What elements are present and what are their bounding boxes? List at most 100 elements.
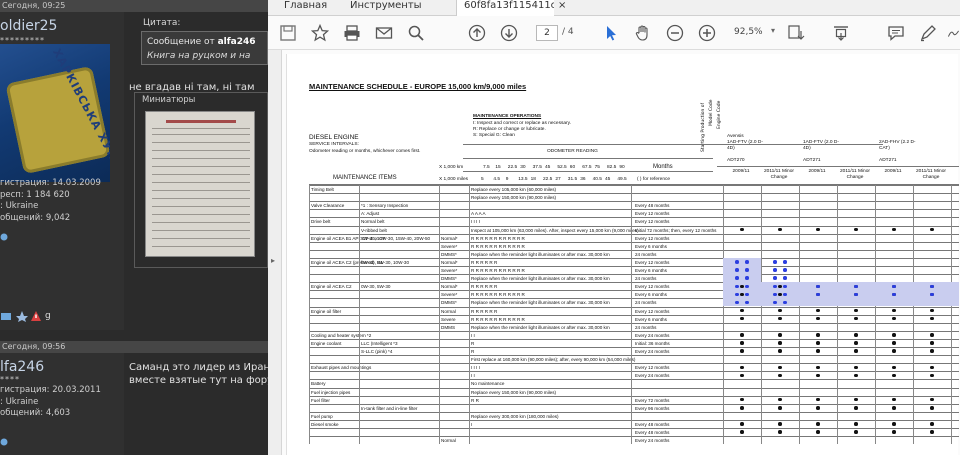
applicability-dot: [778, 284, 782, 288]
interval-text: R R R R R R: [471, 308, 498, 314]
applicability-dot: [892, 227, 896, 232]
months-text: Every 24 months: [635, 373, 670, 379]
reputation-icon[interactable]: [0, 310, 12, 322]
interval-text: Replace when the reminder light illumina…: [471, 276, 610, 282]
username-link[interactable]: oldier25: [0, 18, 57, 34]
months-text: Every 12 months: [635, 365, 670, 371]
navigation-pane-toggle[interactable]: ▸: [268, 50, 282, 455]
vertical-label-2: Model Code: [709, 99, 714, 126]
months-text: Initial: 36 months: [635, 340, 670, 346]
quote-author[interactable]: alfa246: [218, 37, 256, 47]
zoom-dropdown-icon[interactable]: ▾: [771, 26, 775, 35]
zoom-in-icon[interactable]: [697, 23, 717, 43]
maintenance-items-heading: MAINTENANCE ITEMS: [333, 175, 397, 181]
side-arrow-icon[interactable]: ▸: [271, 256, 275, 265]
next-page-icon[interactable]: [499, 23, 519, 43]
mile-value: 18: [530, 177, 536, 182]
interval-text: R R R R R R R R R R R R: [471, 292, 525, 298]
column-rule: [913, 185, 914, 445]
applicability-dot: [854, 397, 858, 402]
hand-tool-icon[interactable]: [633, 23, 653, 43]
save-icon[interactable]: [278, 23, 298, 43]
applicability-dot-blue: [735, 260, 739, 264]
search-icon[interactable]: [406, 23, 426, 43]
user-status-icon-2[interactable]: [0, 437, 10, 450]
pdf-page: MAINTENANCE SCHEDULE - EUROPE 15,000 km/…: [286, 54, 959, 455]
attachment-thumbnail[interactable]: [145, 111, 255, 257]
sub-label: LLC (Intelligent *3: [361, 340, 398, 346]
applicability-dot: [930, 373, 934, 378]
date-header: 2011/11 Minor Change: [764, 169, 794, 180]
table-row: Exhaust pipes and mountings I I I I Every …: [309, 363, 959, 371]
sub-label: A: Adjust: [361, 211, 380, 217]
applicability-dot: [930, 227, 934, 232]
tab-document-label[interactable]: 60f8fa13f115411ca...: [464, 0, 554, 16]
applicability-dot-blue: [773, 260, 777, 264]
applicability-dot-blue: [735, 284, 739, 288]
rotate-icon[interactable]: [786, 23, 806, 43]
ops-heading: MAINTENANCE OPERATIONS: [473, 114, 542, 119]
months-text: Every 12 months: [635, 219, 670, 225]
add-reputation-icon[interactable]: [15, 310, 28, 322]
tab-close-button[interactable]: ×: [558, 0, 566, 16]
zoom-level[interactable]: 92,5%: [734, 27, 763, 37]
model-2ad-fhv: 2AD-FHV (2.2 D-CAT): [879, 140, 916, 151]
applicability-dot: [740, 308, 744, 313]
prev-page-icon[interactable]: [467, 23, 487, 43]
select-cursor-icon[interactable]: [601, 23, 621, 43]
print-icon[interactable]: [342, 23, 362, 43]
applicability-dot-blue: [745, 260, 749, 264]
table-row: Timing Belt Replace every 105,000 km (60,…: [309, 185, 959, 193]
applicability-dot-blue: [773, 268, 777, 272]
header-rule: [717, 166, 959, 167]
mode-label: DMMS*: [441, 251, 457, 257]
page-number-input[interactable]: 2: [536, 25, 558, 41]
document-area[interactable]: MAINTENANCE SCHEDULE - EUROPE 15,000 km/…: [282, 50, 960, 455]
applicability-dot-blue: [930, 284, 934, 288]
table-row: Fuel injection pipes Replace every 150,00…: [309, 387, 959, 396]
email-icon[interactable]: [374, 23, 394, 43]
mode-label: Normal: [441, 308, 456, 314]
interval-text: I I: [471, 332, 475, 338]
report-post-icon[interactable]: [30, 310, 42, 322]
applicability-dot-blue: [735, 276, 739, 280]
applicability-dot: [816, 333, 820, 337]
post-action-icons: g: [0, 310, 51, 322]
interval-text: Replace every 300,000 km (180,000 miles): [471, 413, 559, 419]
months-text: Every 6 months: [635, 243, 667, 249]
applicability-dot: [854, 227, 858, 232]
months-text: Every 12 months: [635, 284, 670, 290]
interval-text: R R: [471, 397, 479, 403]
user-status-icon[interactable]: [0, 232, 10, 245]
tab-home[interactable]: Главная: [284, 0, 327, 16]
tab-tools[interactable]: Инструменты: [350, 0, 422, 16]
username-link-2[interactable]: lfa246: [0, 359, 44, 375]
fit-page-icon[interactable]: [831, 23, 851, 43]
unit-km: X 1,000 km: [439, 165, 464, 170]
applicability-dot: [740, 341, 744, 345]
table-row: Fuel filter R R Every 72 months: [309, 395, 959, 404]
months-text: Every 72 months: [635, 397, 670, 403]
interval-text: R R R R R R R R R R R R: [471, 243, 525, 249]
avatar[interactable]: ХАРКІВСЬКА ХУНТА: [0, 44, 110, 182]
mode-label: Severe*: [441, 268, 458, 273]
item-label: Drive belt: [311, 219, 331, 225]
post-timestamp: Сегодня, 09:25: [0, 0, 268, 12]
sign-icon[interactable]: [947, 23, 960, 43]
highlight-pen-icon[interactable]: [918, 23, 938, 43]
interval-text: R R R R R R: [471, 259, 498, 265]
interval-text: A A A A: [471, 211, 486, 217]
applicability-dot: [816, 406, 820, 410]
sub-label: 0W-30, 5W-30: [361, 284, 391, 290]
applicability-dot: [816, 349, 820, 353]
comment-icon[interactable]: [886, 23, 906, 43]
interval-text: R: [471, 340, 475, 346]
column-rule: [799, 185, 800, 445]
post-message-2: Саманд это лидер из Иран вместе взятые т…: [129, 361, 273, 387]
table-row: V-ribbed belt Inspect at 105,000 km (63,0…: [309, 225, 959, 234]
zoom-out-icon[interactable]: [665, 23, 685, 43]
bookmark-star-icon[interactable]: [310, 23, 330, 43]
interval-text: Replace every 150,000 km (90,000 miles): [471, 195, 557, 201]
mile-value: 9: [505, 177, 509, 182]
months-text: Every 48 months: [635, 203, 670, 209]
